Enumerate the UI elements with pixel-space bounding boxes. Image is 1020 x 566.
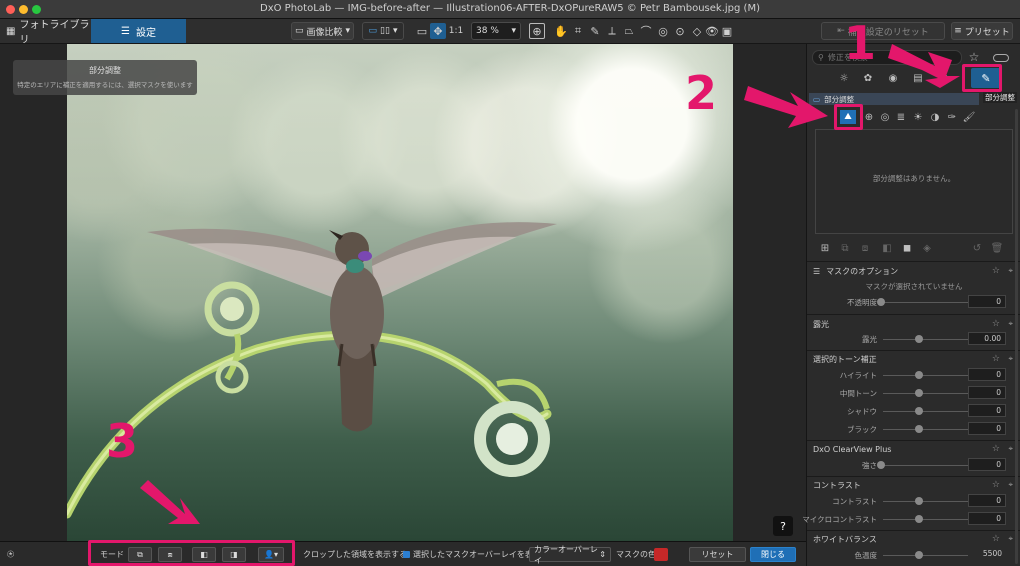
arrow-to-tool-icon <box>744 86 828 128</box>
arrow-to-mode-icon <box>140 480 200 524</box>
dxo-photolab-window: DxO PhotoLab — IMG-before-after — Illust… <box>0 0 1020 566</box>
annotation-arrows <box>140 44 960 524</box>
arrow-to-tab-icon <box>888 44 960 88</box>
